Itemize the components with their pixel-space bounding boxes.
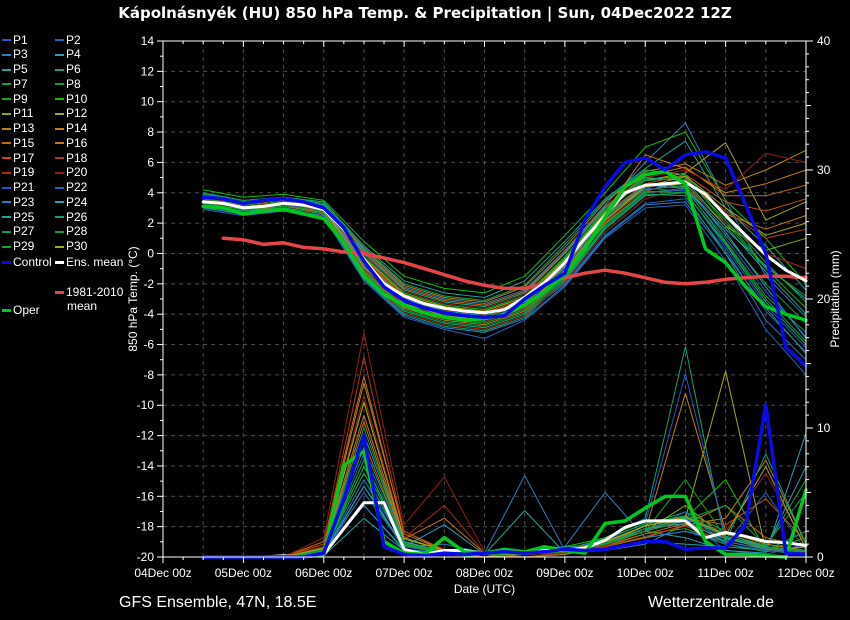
- precip-tick-label: 40: [817, 34, 831, 48]
- model-location-label: GFS Ensemble, 47N, 18.5E: [119, 594, 316, 612]
- temp-tick-label: -2: [143, 277, 154, 291]
- date-tick-label: 09Dec 00z: [536, 566, 593, 580]
- temp-tick-label: -20: [137, 550, 155, 564]
- temp-tick-label: 14: [141, 34, 155, 48]
- temp-axis-title: 850 hPa Temp. (°C): [126, 246, 140, 351]
- member-precip-line-P26: [203, 454, 806, 557]
- member-precip-line-P1: [203, 480, 806, 557]
- member-precip-line-P2: [203, 454, 806, 557]
- meteogram-window: Kápolnásnyék (HU) 850 hPa Temp. & Precip…: [0, 0, 850, 620]
- precip-tick-label: 10: [817, 421, 831, 435]
- member-temp-line-P5: [203, 141, 806, 297]
- temp-tick-label: -16: [137, 489, 155, 503]
- temp-tick-label: 0: [147, 246, 154, 260]
- date-tick-label: 05Dec 00z: [215, 566, 272, 580]
- member-precip-line-P6: [203, 347, 806, 557]
- temp-tick-label: -18: [137, 520, 155, 534]
- source-label: Wetterzentrale.de: [648, 594, 774, 612]
- temp-tick-label: 6: [147, 155, 154, 169]
- grid-lines: [163, 41, 806, 557]
- precip-tick-label: 30: [817, 163, 831, 177]
- member-precip-line-P10: [203, 480, 806, 557]
- temp-tick-label: -6: [143, 338, 154, 352]
- temp-tick-label: 10: [141, 95, 155, 109]
- precip-axis-title: Precipitation (mm): [828, 250, 842, 347]
- temp-tick-label: 8: [147, 125, 154, 139]
- date-tick-label: 12Dec 00z: [777, 566, 834, 580]
- member-precip-line-P24: [203, 467, 806, 557]
- x-axis-title: Date (UTC): [454, 582, 515, 596]
- temp-tick-label: 2: [147, 216, 154, 230]
- temp-tick-label: -8: [143, 368, 154, 382]
- member-temp-line-P14: [203, 155, 806, 314]
- member-precip-line-P9: [203, 467, 806, 557]
- date-tick-label: 08Dec 00z: [456, 566, 513, 580]
- date-tick-label: 10Dec 00z: [617, 566, 674, 580]
- temp-tick-label: 12: [141, 64, 155, 78]
- date-tick-label: 04Dec 00z: [134, 566, 191, 580]
- temp-tick-label: -10: [137, 398, 155, 412]
- date-tick-label: 11Dec 00z: [697, 566, 753, 580]
- member-precip-line-P22: [203, 480, 806, 557]
- member-precip-line-P3: [203, 476, 806, 557]
- ensemble-plume-chart: 14 12 10 8 6 4 2 0 -2 -4 -6 -8 -10 -12 -14 -16 -18 -20 0 10…: [0, 0, 850, 620]
- date-tick-label: 06Dec 00z: [295, 566, 352, 580]
- temp-tick-label: -14: [137, 459, 155, 473]
- temp-tick-label: -4: [143, 307, 154, 321]
- precip-tick-label: 0: [817, 550, 824, 564]
- temp-tick-label: -12: [137, 429, 155, 443]
- member-precip-line-P17: [203, 441, 806, 557]
- date-tick-label: 07Dec 00z: [375, 566, 432, 580]
- temp-tick-label: 4: [147, 186, 154, 200]
